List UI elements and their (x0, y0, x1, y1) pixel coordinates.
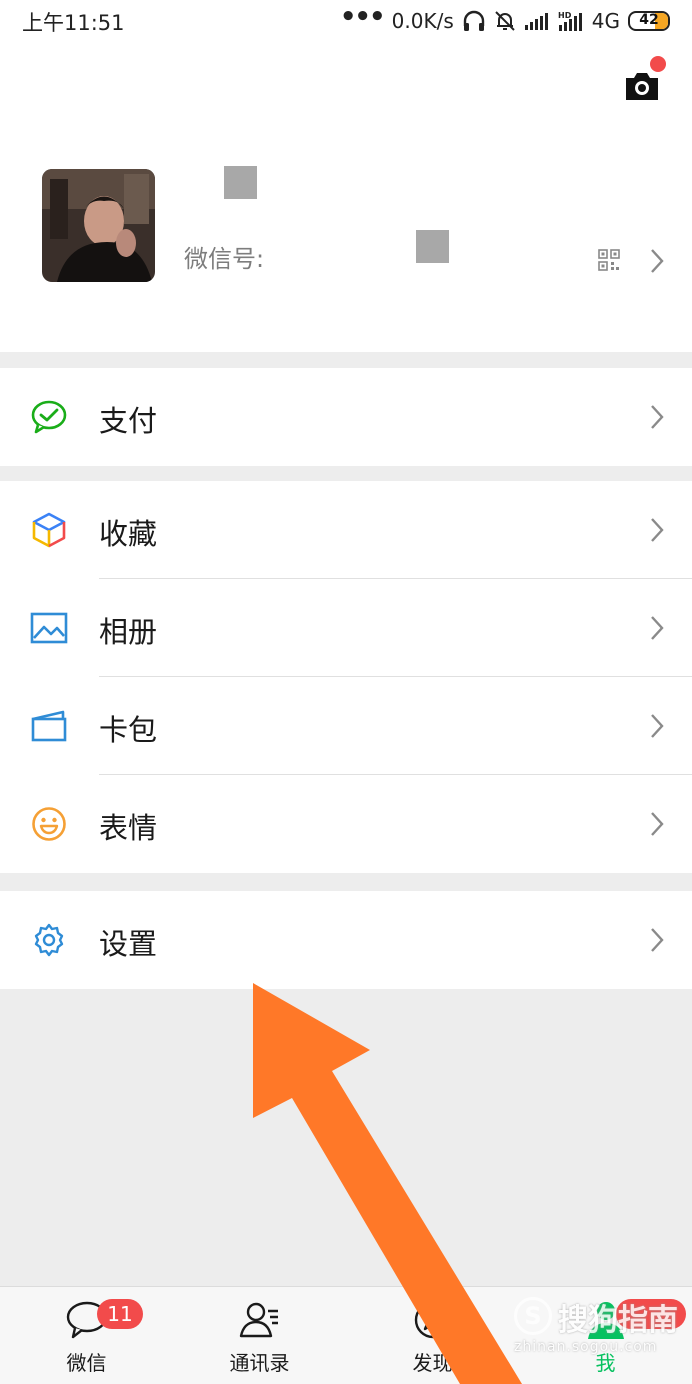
chevron-right-icon (651, 616, 664, 640)
status-bar: 上午11:51 ••• 0.0K/s HD 4G 42 (0, 0, 692, 44)
menu-group-pay: 支付 (0, 368, 692, 466)
image-icon (30, 610, 68, 646)
contacts-icon (239, 1302, 278, 1338)
nickname-mask (224, 166, 257, 199)
pay-icon (30, 399, 68, 435)
menu-item-favorites[interactable]: 收藏 (0, 481, 692, 579)
unread-badge: 11 (97, 1299, 143, 1329)
tab-discover-label: 发现 (412, 1351, 453, 1375)
chevron-right-icon (651, 518, 664, 542)
camera-icon[interactable] (622, 68, 662, 104)
cube-icon (30, 512, 68, 548)
menu-item-stickers[interactable]: 表情 (0, 775, 692, 873)
watermark-url: zhinan.sogou.com (514, 1339, 658, 1355)
settings-label: 设置 (99, 927, 158, 961)
notification-dot (650, 56, 666, 72)
chevron-right-icon (651, 812, 664, 836)
menu-group-settings: 设置 (0, 891, 692, 989)
more-dots: ••• (339, 2, 386, 32)
stickers-label: 表情 (99, 811, 158, 845)
headphones-icon (463, 10, 484, 31)
battery-icon: 42 (628, 11, 670, 31)
chevron-right-icon (651, 405, 664, 429)
wechat-id-label: 微信号: (184, 245, 265, 273)
menu-item-album[interactable]: 相册 (0, 579, 692, 677)
cards-label: 卡包 (99, 713, 158, 747)
battery-level: 42 (639, 12, 659, 28)
smiley-icon (30, 806, 68, 842)
mute-bell-icon (495, 11, 515, 31)
watermark: S 搜狗指南 zhinan.sogou.com (514, 1295, 684, 1365)
gear-icon (30, 922, 68, 958)
pay-label: 支付 (99, 404, 158, 438)
avatar[interactable] (42, 169, 155, 282)
chevron-right-icon (651, 714, 664, 738)
network-type: 4G (591, 9, 620, 33)
wallet-icon (30, 708, 68, 744)
watermark-text: 搜狗指南 (558, 1303, 678, 1338)
tab-chats[interactable]: 微信 (0, 1287, 173, 1384)
status-indicators: ••• 0.0K/s HD 4G 42 (339, 2, 670, 36)
tab-chats-label: 微信 (66, 1351, 107, 1375)
tab-discover[interactable]: 发现 (346, 1287, 519, 1384)
qr-code-icon[interactable] (598, 249, 620, 271)
tab-contacts[interactable]: 通讯录 (173, 1287, 346, 1384)
favorites-label: 收藏 (99, 517, 158, 551)
menu-item-cards[interactable]: 卡包 (0, 677, 692, 775)
net-speed: 0.0K/s (391, 9, 454, 33)
menu-item-pay[interactable]: 支付 (0, 368, 692, 466)
signal-icon (524, 13, 548, 30)
menu-group-main: 收藏 相册 卡包 表情 (0, 481, 692, 873)
chevron-right-icon (651, 249, 664, 273)
compass-icon (414, 1301, 451, 1339)
signal-hd-icon: HD (558, 11, 582, 31)
watermark-logo: S (514, 1297, 552, 1335)
album-label: 相册 (99, 615, 158, 649)
svg-text:HD: HD (558, 11, 572, 20)
status-time: 上午11:51 (22, 11, 125, 35)
menu-item-settings[interactable]: 设置 (0, 891, 692, 989)
wechat-id-mask (416, 230, 449, 263)
tab-contacts-label: 通讯录 (229, 1351, 290, 1375)
chevron-right-icon (651, 928, 664, 952)
profile-header[interactable]: 微信号: (0, 44, 692, 352)
